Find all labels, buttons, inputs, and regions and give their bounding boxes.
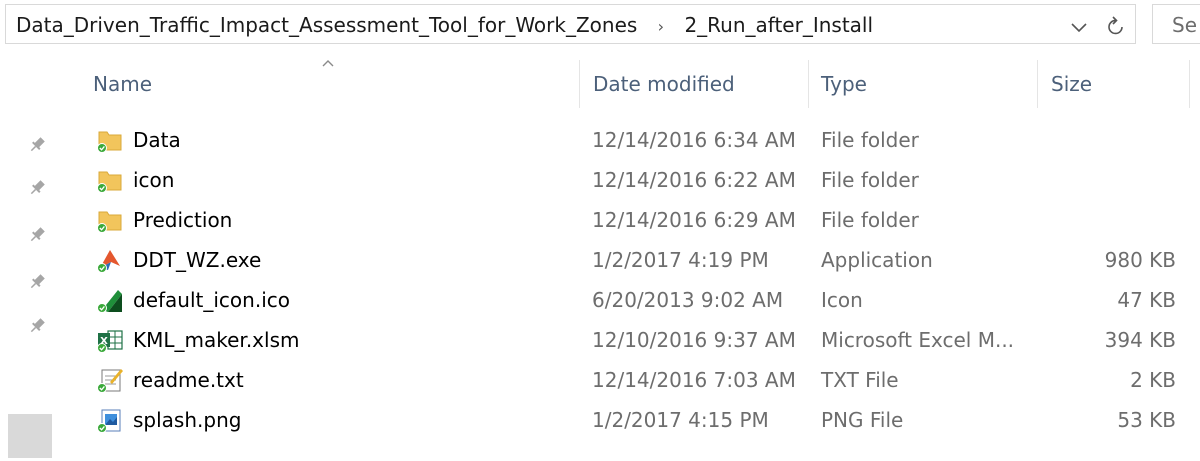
file-date-modified: 1/2/2017 4:15 PM: [592, 408, 769, 432]
excel-file-icon: X: [97, 330, 123, 353]
column-divider[interactable]: [579, 60, 580, 108]
file-size: 47 KB: [1117, 288, 1176, 312]
file-date-modified: 12/10/2016 9:37 AM: [592, 328, 796, 352]
navigation-pane: [0, 48, 68, 461]
file-name: KML_maker.xlsm: [133, 328, 300, 352]
folder-icon: [97, 211, 122, 233]
column-header-date-modified[interactable]: Date modified: [593, 58, 735, 108]
file-name: Data: [133, 128, 181, 152]
file-size: 53 KB: [1117, 408, 1176, 432]
file-list: Data 12/14/2016 6:34 AM File folder icon…: [68, 120, 1200, 440]
pin-icon[interactable]: [27, 272, 47, 292]
column-header-size[interactable]: Size: [1051, 58, 1092, 108]
file-row[interactable]: default_icon.ico 6/20/2013 9:02 AM Icon …: [68, 280, 1200, 320]
chevron-down-icon[interactable]: [1068, 15, 1090, 39]
text-file-icon: [97, 369, 123, 393]
breadcrumb: Data_Driven_Traffic_Impact_Assessment_To…: [16, 5, 873, 45]
file-date-modified: 12/14/2016 6:29 AM: [592, 208, 796, 232]
file-date-modified: 12/14/2016 7:03 AM: [592, 368, 796, 392]
file-type: Application: [821, 248, 933, 272]
file-type: TXT File: [821, 368, 899, 392]
column-divider[interactable]: [1189, 60, 1190, 108]
file-row[interactable]: Prediction 12/14/2016 6:29 AM File folde…: [68, 200, 1200, 240]
file-size: 394 KB: [1104, 328, 1176, 352]
file-row[interactable]: readme.txt 12/14/2016 7:03 AM TXT File 2…: [68, 360, 1200, 400]
file-date-modified: 6/20/2013 9:02 AM: [592, 288, 784, 312]
sort-ascending-icon: [322, 60, 334, 67]
search-input[interactable]: Se: [1152, 4, 1200, 44]
file-row[interactable]: X KML_maker.xlsm 12/10/2016 9:37 AM Micr…: [68, 320, 1200, 360]
pin-icon[interactable]: [27, 225, 47, 245]
image-file-icon: [97, 409, 121, 433]
file-name: readme.txt: [133, 368, 244, 392]
file-date-modified: 1/2/2017 4:19 PM: [592, 248, 769, 272]
file-size: 980 KB: [1104, 248, 1176, 272]
ico-file-icon: [97, 290, 122, 313]
column-header-name[interactable]: Name: [93, 58, 152, 108]
file-date-modified: 12/14/2016 6:22 AM: [592, 168, 796, 192]
pin-icon[interactable]: [27, 316, 47, 336]
file-date-modified: 12/14/2016 6:34 AM: [592, 128, 796, 152]
breadcrumb-separator-icon[interactable]: ›: [658, 7, 664, 47]
file-name: default_icon.ico: [133, 288, 290, 312]
file-size: 2 KB: [1130, 368, 1176, 392]
file-name: Prediction: [133, 208, 233, 232]
breadcrumb-item-current[interactable]: 2_Run_after_Install: [684, 13, 873, 37]
nav-item-selected[interactable]: [8, 414, 52, 458]
file-type: File folder: [821, 208, 919, 232]
file-name: splash.png: [133, 408, 242, 432]
file-name: icon: [133, 168, 175, 192]
address-bar: Data_Driven_Traffic_Impact_Assessment_To…: [0, 0, 1200, 48]
file-type: File folder: [821, 168, 919, 192]
column-divider[interactable]: [1037, 60, 1038, 108]
folder-icon: [97, 131, 122, 153]
column-header-type[interactable]: Type: [821, 58, 867, 108]
file-row[interactable]: icon 12/14/2016 6:22 AM File folder: [68, 160, 1200, 200]
file-type: Icon: [821, 288, 863, 312]
pin-icon[interactable]: [27, 135, 47, 155]
refresh-icon[interactable]: [1104, 14, 1128, 40]
column-divider[interactable]: [808, 60, 809, 108]
file-row[interactable]: splash.png 1/2/2017 4:15 PM PNG File 53 …: [68, 400, 1200, 440]
pin-icon[interactable]: [27, 178, 47, 198]
folder-icon: [97, 171, 122, 193]
file-row[interactable]: DDT_WZ.exe 1/2/2017 4:19 PM Application …: [68, 240, 1200, 280]
file-name: DDT_WZ.exe: [133, 248, 262, 272]
column-header-row: Name Date modified Type Size: [68, 58, 1200, 114]
file-type: File folder: [821, 128, 919, 152]
file-row[interactable]: Data 12/14/2016 6:34 AM File folder: [68, 120, 1200, 160]
file-type: Microsoft Excel M...: [821, 328, 1015, 352]
file-type: PNG File: [821, 408, 904, 432]
application-icon: [97, 250, 120, 273]
search-placeholder: Se: [1172, 13, 1197, 37]
address-field[interactable]: Data_Driven_Traffic_Impact_Assessment_To…: [5, 4, 1136, 44]
breadcrumb-item[interactable]: Data_Driven_Traffic_Impact_Assessment_To…: [16, 13, 637, 37]
